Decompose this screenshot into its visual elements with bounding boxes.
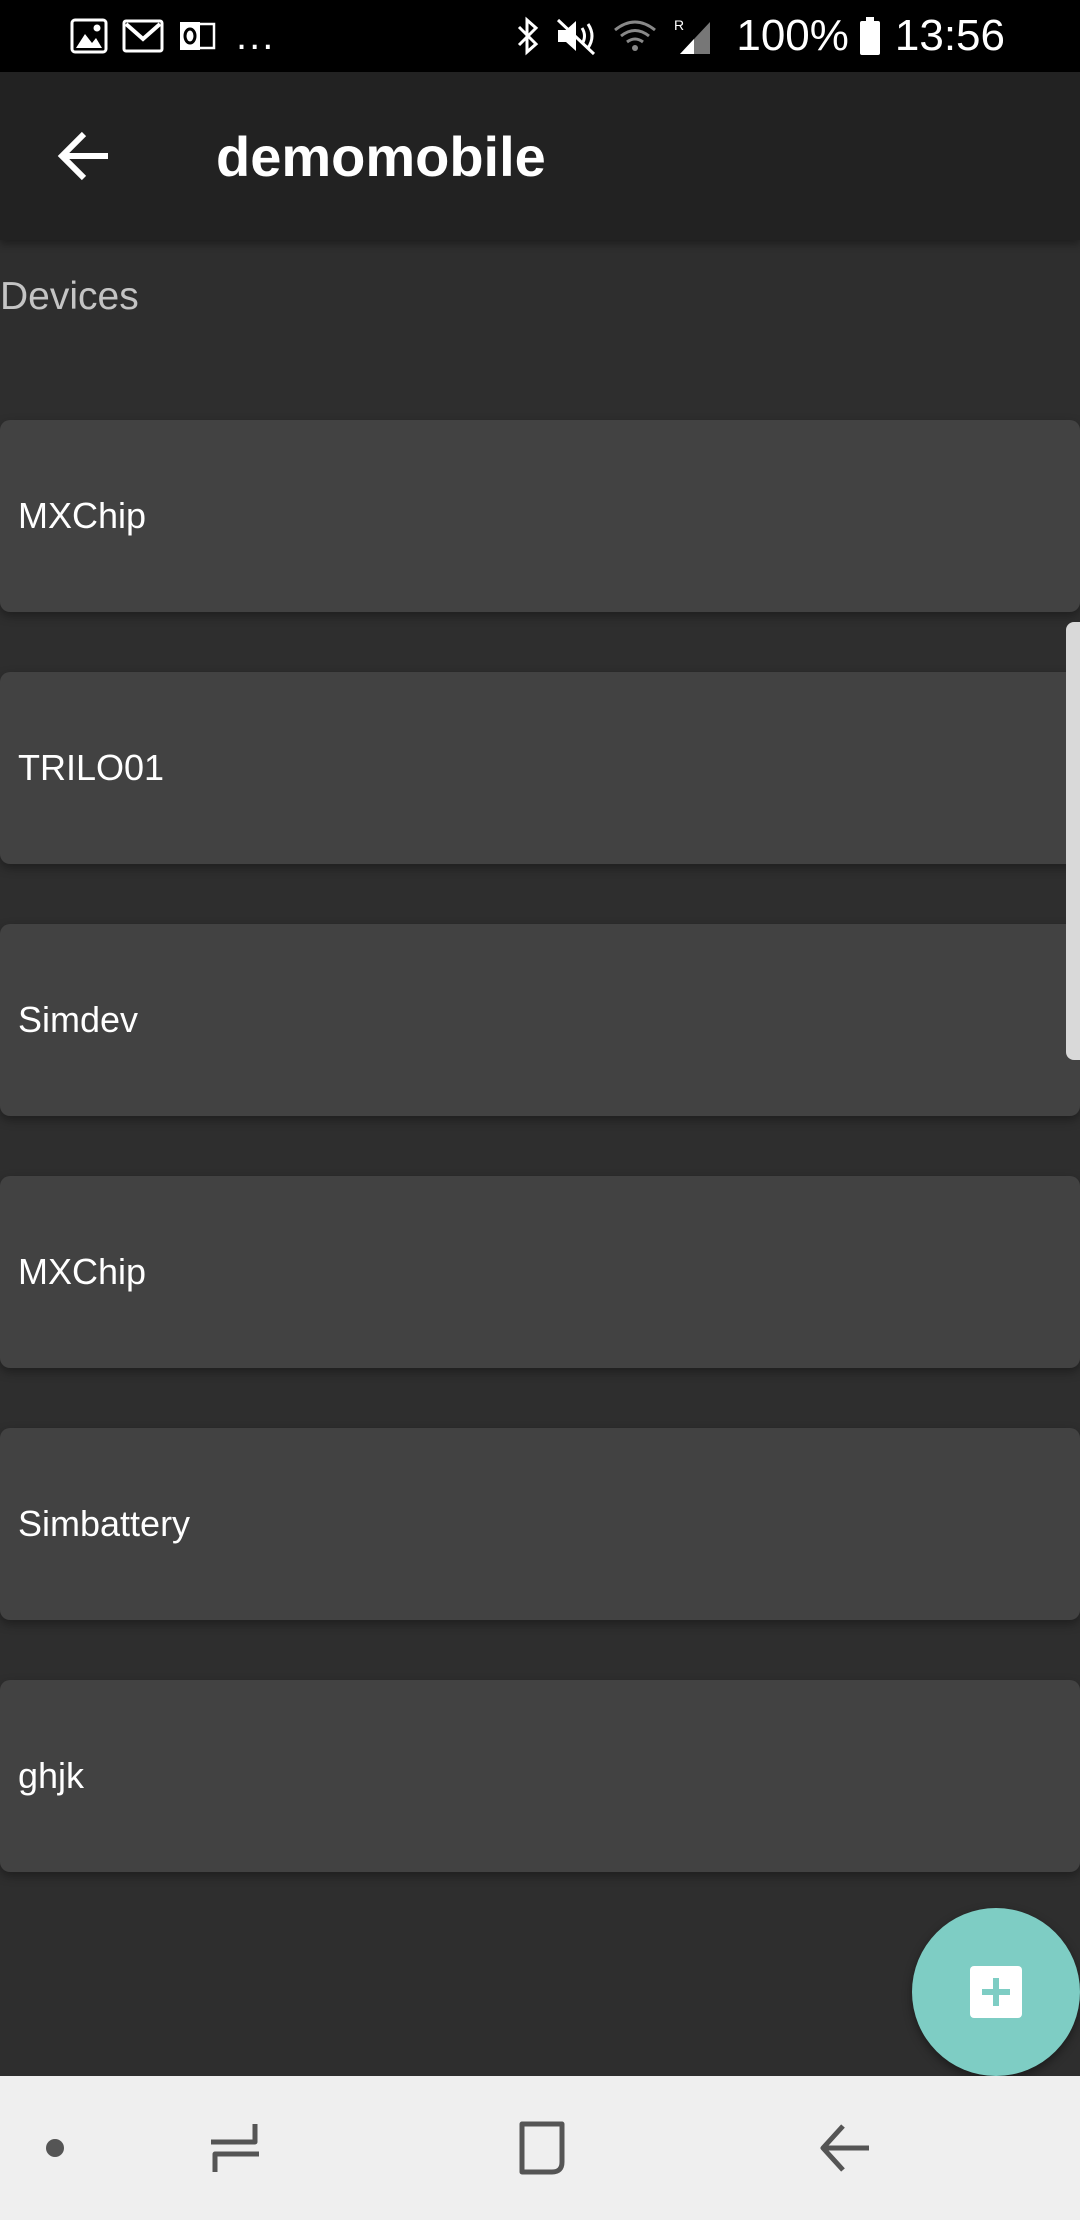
app-bar: demomobile xyxy=(0,72,1080,240)
device-card[interactable]: Simdev xyxy=(0,924,1080,1116)
wifi-icon xyxy=(612,18,658,54)
status-bar-right: R 100% 13:56 xyxy=(516,11,1005,61)
nav-dot-icon xyxy=(46,2139,64,2157)
device-name: MXChip xyxy=(18,495,147,536)
back-button[interactable] xyxy=(24,96,144,216)
status-more: ... xyxy=(236,14,276,58)
navigation-bar xyxy=(0,2076,1080,2220)
battery-icon xyxy=(859,16,881,56)
page-title: demomobile xyxy=(216,124,546,188)
device-list: MXChip TRILO01 Simdev MXChip Simbattery … xyxy=(0,420,1080,1932)
device-card[interactable]: MXChip xyxy=(0,1176,1080,1368)
device-name: Simbattery xyxy=(18,1503,191,1544)
device-name: Simdev xyxy=(18,999,139,1040)
recent-apps-icon xyxy=(211,2124,259,2172)
bluetooth-icon xyxy=(516,16,540,56)
device-card[interactable]: MXChip xyxy=(0,420,1080,612)
arrow-back-icon xyxy=(57,131,108,181)
add-icon xyxy=(970,1966,1022,2018)
outlook-icon xyxy=(178,18,216,54)
mute-icon xyxy=(554,16,598,56)
device-card[interactable]: Simbattery xyxy=(0,1428,1080,1620)
system-back-button[interactable] xyxy=(800,2108,890,2188)
status-bar: ... R 100% 13:56 xyxy=(0,0,1080,72)
home-button[interactable] xyxy=(495,2108,585,2188)
status-time: 13:56 xyxy=(894,11,1005,60)
recent-apps-button[interactable] xyxy=(190,2108,280,2188)
scrollbar[interactable] xyxy=(1066,622,1080,1060)
device-card[interactable]: ghjk xyxy=(0,1680,1080,1872)
nav-dot-button[interactable] xyxy=(30,2123,80,2173)
device-name: TRILO01 xyxy=(18,747,165,788)
status-bar-left: ... xyxy=(70,16,275,56)
add-device-button[interactable] xyxy=(912,1908,1080,2076)
home-icon xyxy=(519,2121,565,2175)
battery-percent: 100% xyxy=(736,11,849,60)
gmail-icon xyxy=(122,19,164,53)
svg-text:R: R xyxy=(674,17,684,33)
device-name: MXChip xyxy=(18,1251,147,1292)
signal-icon: R xyxy=(672,16,712,56)
section-label-devices: Devices xyxy=(0,275,139,318)
device-name: ghjk xyxy=(18,1755,85,1796)
back-icon xyxy=(820,2124,869,2172)
gallery-icon xyxy=(70,18,108,54)
device-card[interactable]: TRILO01 xyxy=(0,672,1080,864)
